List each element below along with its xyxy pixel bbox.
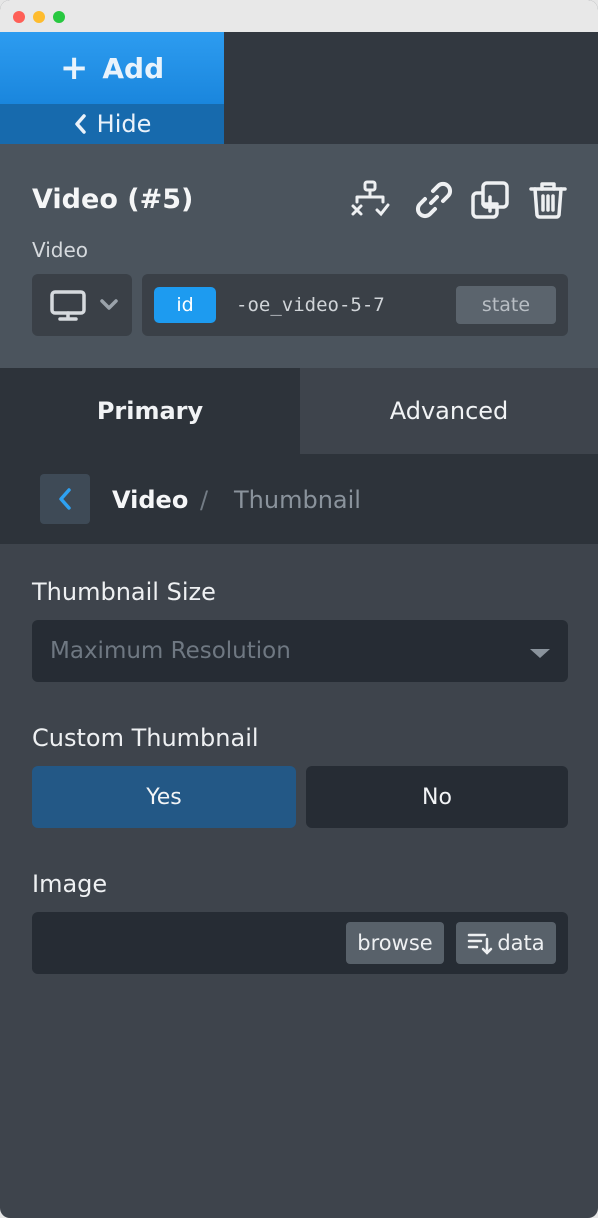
- caret-down-icon: [530, 649, 550, 658]
- tab-primary[interactable]: Primary: [0, 368, 300, 454]
- breadcrumb-thumbnail[interactable]: Thumbnail: [234, 486, 361, 514]
- duplicate-button[interactable]: [470, 180, 510, 220]
- data-sort-icon: [468, 933, 493, 955]
- plus-icon: +: [59, 48, 89, 88]
- chevron-down-icon: [100, 299, 118, 310]
- browse-button[interactable]: browse: [346, 922, 444, 964]
- custom-thumbnail-label: Custom Thumbnail: [32, 724, 259, 752]
- state-button[interactable]: state: [456, 286, 556, 324]
- breadcrumb-separator: /: [200, 486, 209, 514]
- selector-field[interactable]: id -oe_video-5-7 state: [142, 274, 568, 336]
- chevron-left-icon: [74, 114, 86, 134]
- dynamic-data-button[interactable]: data: [456, 922, 556, 964]
- breadcrumb: Video / Thumbnail: [0, 454, 598, 544]
- element-id-value[interactable]: -oe_video-5-7: [236, 294, 385, 316]
- thumbnail-size-value: Maximum Resolution: [50, 638, 291, 664]
- custom-thumbnail-no-button[interactable]: No: [306, 766, 568, 828]
- top-toolbar: + Add Hide: [0, 32, 598, 144]
- add-button[interactable]: + Add: [0, 32, 224, 104]
- id-badge[interactable]: id: [154, 287, 216, 323]
- structure-icon: [351, 180, 390, 217]
- device-selector[interactable]: [32, 274, 132, 336]
- chevron-left-icon: [59, 488, 71, 510]
- hide-button-label: Hide: [96, 110, 152, 138]
- link-button[interactable]: [414, 180, 454, 220]
- element-header-panel: Video (#5) Video id -oe_video-5-7 state: [0, 144, 598, 368]
- back-button[interactable]: [40, 474, 90, 524]
- duplicate-icon: [471, 181, 509, 219]
- minimize-window-button[interactable]: [33, 11, 45, 23]
- trash-icon: [529, 182, 567, 219]
- dynamic-data-label: data: [497, 931, 545, 955]
- desktop-icon: [50, 290, 86, 321]
- element-type-label: Video: [32, 238, 89, 262]
- thumbnail-size-label: Thumbnail Size: [32, 578, 216, 606]
- structure-button[interactable]: [350, 180, 390, 220]
- title-bar: [0, 0, 598, 32]
- app-window: + Add Hide Video (#5) Video id -oe_video…: [0, 0, 598, 1218]
- custom-thumbnail-yes-button[interactable]: Yes: [32, 766, 296, 828]
- link-icon: [415, 181, 453, 219]
- breadcrumb-current[interactable]: Video: [112, 486, 188, 514]
- image-label: Image: [32, 870, 108, 898]
- close-window-button[interactable]: [13, 11, 25, 23]
- element-title: Video (#5): [32, 184, 194, 215]
- delete-button[interactable]: [528, 180, 568, 220]
- hide-button[interactable]: Hide: [0, 104, 224, 144]
- tab-bar: Primary Advanced: [0, 368, 598, 454]
- image-field[interactable]: browse data: [32, 912, 568, 974]
- thumbnail-size-select[interactable]: Maximum Resolution: [32, 620, 568, 682]
- zoom-window-button[interactable]: [53, 11, 65, 23]
- tab-advanced[interactable]: Advanced: [300, 368, 598, 454]
- add-button-label: Add: [102, 51, 165, 85]
